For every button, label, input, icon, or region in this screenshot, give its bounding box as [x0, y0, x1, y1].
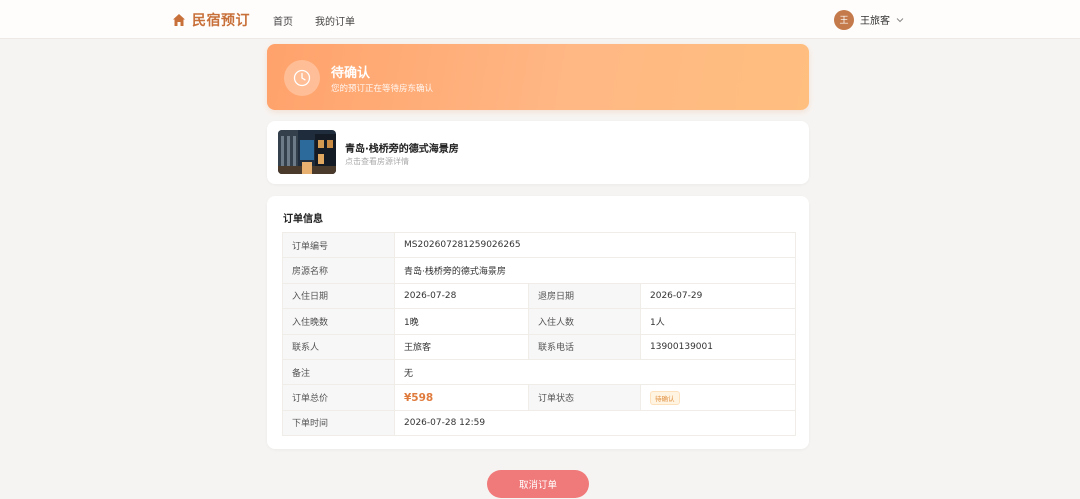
avatar: 王 [834, 9, 854, 30]
table-row: 下单时间 2026-07-28 12:59 [282, 409, 796, 437]
order-info-title: 订单信息 [283, 214, 323, 225]
listing-title: 青岛·栈桥旁的德式海景房 [345, 144, 459, 155]
contact-label: 联系人 [282, 333, 395, 360]
cancel-order-button[interactable]: 取消订单 [487, 470, 589, 498]
status-badge: 待确认 [650, 390, 680, 405]
guests-label: 入住人数 [528, 308, 641, 335]
table-row: 备注 无 [282, 358, 796, 386]
check-out-label: 退房日期 [528, 282, 641, 310]
brand-logo[interactable]: 民宿预订 [172, 11, 250, 29]
total-cell: ¥598 [394, 384, 529, 411]
total-price: ¥598 [404, 391, 434, 404]
status-icon-wrap [284, 60, 320, 96]
listing-thumbnail [278, 130, 336, 174]
home-icon [173, 14, 185, 26]
contact-value: 王旅客 [394, 333, 529, 360]
check-out-value: 2026-07-29 [640, 282, 796, 310]
order-no-value: MS202607281259026265 [394, 231, 796, 259]
listing-card[interactable]: 青岛·栈桥旁的德式海景房 点击查看房源详情 [267, 121, 809, 184]
table-row: 订单编号 MS202607281259026265 [282, 231, 796, 259]
status-subtitle: 您的预订正在等待房东确认 [331, 84, 434, 94]
brand-name: 民宿预订 [192, 13, 250, 29]
chevron-down-icon [896, 17, 904, 22]
table-row: 房源名称 青岛·栈桥旁的德式海景房 [282, 257, 796, 284]
total-label: 订单总价 [282, 384, 395, 411]
table-row: 入住晚数 1晚 入住人数 1人 [282, 308, 796, 335]
user-menu[interactable]: 王 王旅客 [834, 9, 904, 30]
order-time-value: 2026-07-28 12:59 [394, 409, 796, 437]
nights-value: 1晚 [394, 308, 529, 335]
phone-value: 13900139001 [640, 333, 796, 360]
order-info-card: 订单信息 订单编号 MS202607281259026265 房源名称 青岛·栈… [267, 196, 809, 449]
order-status-cell: 待确认 [640, 384, 796, 411]
order-status-label: 订单状态 [528, 384, 641, 411]
check-in-value: 2026-07-28 [394, 282, 529, 310]
table-row: 入住日期 2026-07-28 退房日期 2026-07-29 [282, 282, 796, 310]
check-in-label: 入住日期 [282, 282, 395, 310]
nights-label: 入住晚数 [282, 308, 395, 335]
listing-name-label: 房源名称 [282, 257, 395, 284]
nav-my-orders[interactable]: 我的订单 [315, 13, 355, 28]
status-title: 待确认 [331, 66, 371, 81]
top-navbar: 民宿预订 首页 我的订单 王 王旅客 [0, 0, 1080, 39]
order-time-label: 下单时间 [282, 409, 395, 437]
user-name: 王旅客 [860, 16, 890, 27]
status-banner: 待确认 您的预订正在等待房东确认 [267, 44, 809, 110]
listing-photo [278, 130, 336, 174]
guests-value: 1人 [640, 308, 796, 335]
nav-home[interactable]: 首页 [273, 13, 293, 28]
order-info-table: 订单编号 MS202607281259026265 房源名称 青岛·栈桥旁的德式… [282, 231, 796, 437]
table-row: 联系人 王旅客 联系电话 13900139001 [282, 333, 796, 360]
main-nav: 首页 我的订单 [273, 13, 355, 28]
note-label: 备注 [282, 358, 395, 386]
listing-detail-link[interactable]: 点击查看房源详情 [345, 156, 409, 167]
listing-name-value: 青岛·栈桥旁的德式海景房 [394, 257, 796, 284]
clock-icon [293, 69, 311, 87]
note-value: 无 [394, 358, 796, 386]
order-no-label: 订单编号 [282, 231, 395, 259]
phone-label: 联系电话 [528, 333, 641, 360]
table-row: 订单总价 ¥598 订单状态 待确认 [282, 384, 796, 411]
